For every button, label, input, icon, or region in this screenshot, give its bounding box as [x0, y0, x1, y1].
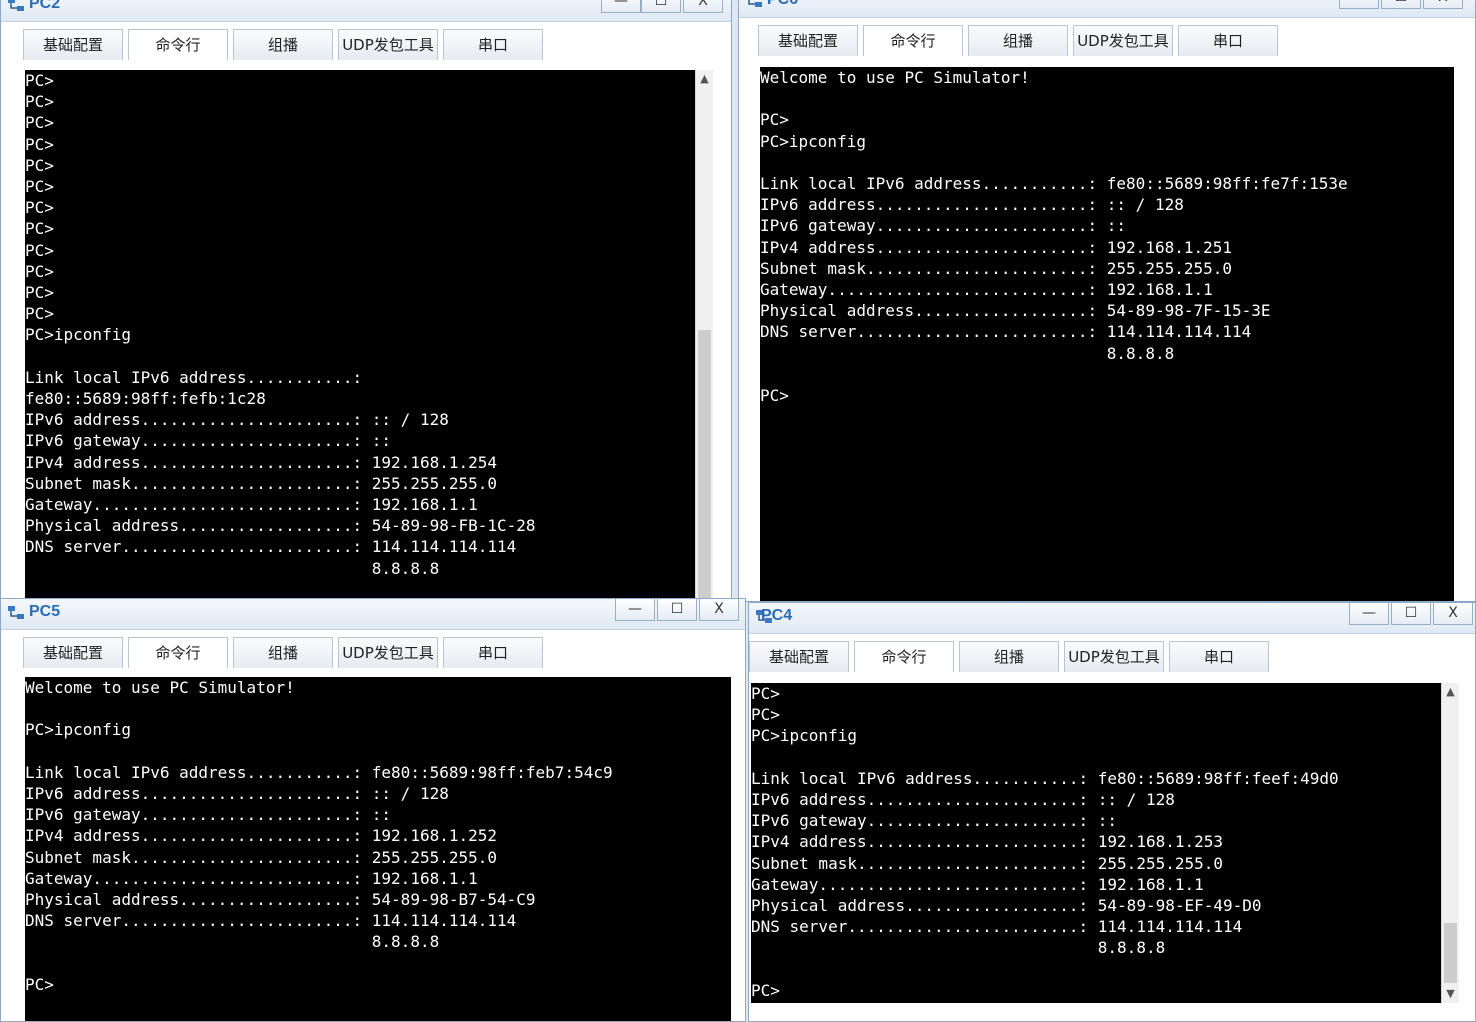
pc6-title-bar[interactable]: PC6 — ☐ X: [739, 0, 1475, 18]
tab-basic-config[interactable]: 基础配置: [749, 641, 849, 672]
minimize-button[interactable]: —: [1339, 0, 1379, 9]
tab-serial[interactable]: 串口: [443, 637, 543, 668]
pc4-terminal[interactable]: PC> PC> PC>ipconfig Link local IPv6 addr…: [751, 683, 1441, 1003]
close-button[interactable]: X: [699, 599, 739, 621]
tab-udp-tool[interactable]: UDP发包工具: [338, 637, 438, 668]
network-pc-icon: [748, 0, 762, 7]
tab-command-line[interactable]: 命令行: [128, 29, 228, 60]
pc6-window: PC6 — ☐ X 基础配置 命令行 组播 UDP发包工具 串口 Welcome…: [738, 0, 1476, 602]
pc5-tab-bar: 基础配置 命令行 组播 UDP发包工具 串口: [1, 629, 745, 669]
pc6-tab-bar: 基础配置 命令行 组播 UDP发包工具 串口: [739, 17, 1475, 57]
close-button[interactable]: X: [1433, 603, 1473, 625]
pc2-window: PC2 — ☐ X 基础配置 命令行 组播 UDP发包工具 串口 PC> PC>…: [0, 0, 732, 602]
scroll-up-arrow-icon[interactable]: ▲: [696, 70, 713, 88]
tab-multicast[interactable]: 组播: [233, 637, 333, 668]
close-button[interactable]: X: [683, 0, 723, 13]
pc2-title: PC2: [29, 0, 61, 12]
maximize-button[interactable]: ☐: [1391, 603, 1431, 625]
tab-udp-tool[interactable]: UDP发包工具: [1073, 25, 1173, 56]
minimize-button[interactable]: —: [601, 0, 641, 13]
network-pc-icon: [8, 606, 24, 619]
tab-command-line[interactable]: 命令行: [854, 641, 954, 672]
pc4-window: PC4 — ☐ X 基础配置 命令行 组播 UDP发包工具 串口 PC> PC>…: [748, 602, 1476, 1022]
tab-serial[interactable]: 串口: [1169, 641, 1269, 672]
tab-serial[interactable]: 串口: [443, 29, 543, 60]
pc2-tab-bar: 基础配置 命令行 组播 UDP发包工具 串口: [1, 21, 731, 61]
tab-command-line[interactable]: 命令行: [863, 25, 963, 56]
tab-multicast[interactable]: 组播: [959, 641, 1059, 672]
maximize-button[interactable]: ☐: [657, 599, 697, 621]
maximize-button[interactable]: ☐: [1381, 0, 1421, 9]
scroll-down-arrow-icon[interactable]: ▼: [1442, 985, 1459, 1003]
pc4-title: PC4: [761, 607, 793, 624]
pc5-window: PC5 — ☐ X 基础配置 命令行 组播 UDP发包工具 串口 Welcome…: [0, 598, 746, 1022]
tab-basic-config[interactable]: 基础配置: [23, 29, 123, 60]
pc5-title: PC5: [29, 603, 61, 620]
pc5-title-bar[interactable]: PC5 — ☐ X: [1, 599, 745, 630]
pc4-scrollbar[interactable]: ▲ ▼: [1441, 683, 1459, 1003]
close-button[interactable]: X: [1423, 0, 1463, 9]
scroll-thumb[interactable]: [1444, 923, 1457, 983]
pc2-terminal[interactable]: PC> PC> PC> PC> PC> PC> PC> PC> PC> PC> …: [25, 70, 695, 600]
pc4-title-bar[interactable]: PC4 — ☐ X: [749, 603, 1475, 634]
scroll-up-arrow-icon[interactable]: ▲: [1442, 683, 1459, 701]
tab-serial[interactable]: 串口: [1178, 25, 1278, 56]
tab-basic-config[interactable]: 基础配置: [758, 25, 858, 56]
pc2-title-bar[interactable]: PC2 — ☐ X: [1, 0, 731, 22]
network-pc-icon: [8, 0, 24, 11]
maximize-button[interactable]: ☐: [641, 0, 681, 13]
pc6-title: PC6: [767, 0, 798, 9]
minimize-button[interactable]: —: [615, 599, 655, 621]
tab-multicast[interactable]: 组播: [968, 25, 1068, 56]
tab-basic-config[interactable]: 基础配置: [23, 637, 123, 668]
pc6-terminal[interactable]: Welcome to use PC Simulator! PC> PC>ipco…: [760, 67, 1454, 601]
tab-udp-tool[interactable]: UDP发包工具: [338, 29, 438, 60]
pc2-scrollbar[interactable]: ▲: [695, 70, 713, 600]
pc4-tab-bar: 基础配置 命令行 组播 UDP发包工具 串口: [749, 633, 1475, 673]
scroll-thumb[interactable]: [698, 330, 711, 600]
tab-multicast[interactable]: 组播: [233, 29, 333, 60]
minimize-button[interactable]: —: [1349, 603, 1389, 625]
tab-command-line[interactable]: 命令行: [128, 637, 228, 668]
tab-udp-tool[interactable]: UDP发包工具: [1064, 641, 1164, 672]
pc5-terminal[interactable]: Welcome to use PC Simulator! PC>ipconfig…: [25, 677, 731, 1021]
